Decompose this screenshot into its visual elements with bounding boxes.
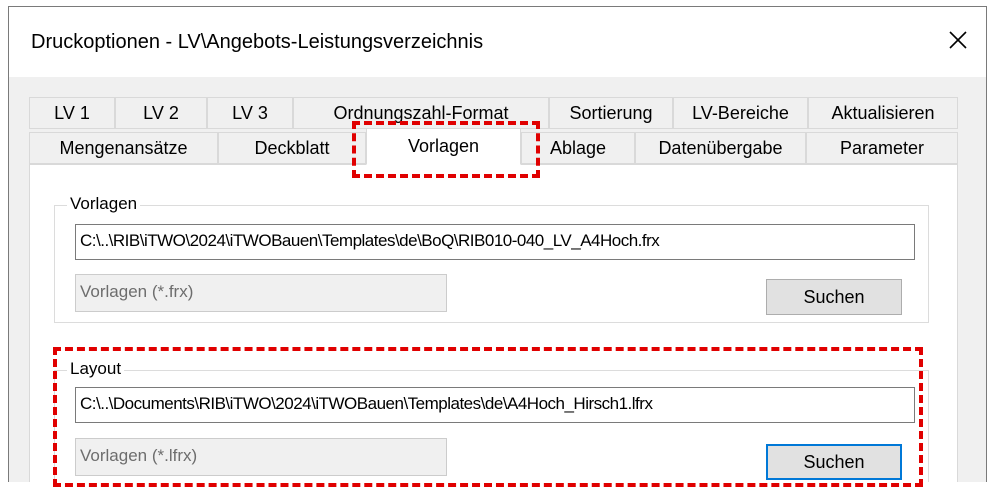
tab-deckblatt[interactable]: Deckblatt	[218, 132, 366, 164]
tab-lv-bereiche[interactable]: LV-Bereiche	[673, 97, 808, 129]
title-bar: Druckoptionen - LV\Angebots-Leistungsver…	[9, 7, 986, 77]
tab-row-2: Mengenansätze Deckblatt Vorlagen Ablage …	[29, 128, 958, 165]
tab-ordnungszahl-format[interactable]: Ordnungszahl-Format	[293, 97, 549, 129]
tab-vorlagen[interactable]: Vorlagen	[366, 128, 521, 165]
tab-sortierung[interactable]: Sortierung	[549, 97, 673, 129]
layout-path-field[interactable]: C:\..\Documents\RIB\iTWO\2024\iTWOBauen\…	[75, 387, 915, 423]
tab-aktualisieren[interactable]: Aktualisieren	[808, 97, 958, 129]
window-title: Druckoptionen - LV\Angebots-Leistungsver…	[31, 31, 484, 53]
close-button[interactable]	[936, 21, 980, 59]
tab-mengenansaetze[interactable]: Mengenansätze	[29, 132, 218, 164]
vorlagen-suchen-button[interactable]: Suchen	[766, 279, 902, 315]
close-icon	[949, 31, 967, 49]
vorlagen-group: Vorlagen C:\..\RIB\iTWO\2024\iTWOBauen\T…	[54, 194, 929, 323]
vorlagen-path-field[interactable]: C:\..\RIB\iTWO\2024\iTWOBauen\Templates\…	[75, 224, 915, 260]
tab-datenuebergabe[interactable]: Datenübergabe	[635, 132, 806, 164]
tab-parameter[interactable]: Parameter	[806, 132, 958, 164]
tab-ablage[interactable]: Ablage	[521, 132, 635, 164]
vorlagen-group-label: Vorlagen	[67, 194, 141, 214]
layout-suchen-button[interactable]: Suchen	[766, 444, 902, 480]
layout-group-label: Layout	[67, 359, 125, 379]
print-options-dialog: Druckoptionen - LV\Angebots-Leistungsver…	[8, 6, 987, 482]
layout-filter-field[interactable]: Vorlagen (*.lfrx)	[75, 438, 447, 476]
tab-lv3[interactable]: LV 3	[207, 97, 293, 129]
tab-row-1: LV 1 LV 2 LV 3 Ordnungszahl-Format Sorti…	[29, 97, 958, 129]
tab-lv2[interactable]: LV 2	[115, 97, 207, 129]
tab-panel-vorlagen: Vorlagen C:\..\RIB\iTWO\2024\iTWOBauen\T…	[29, 164, 958, 482]
tab-lv1[interactable]: LV 1	[29, 97, 115, 129]
vorlagen-filter-field[interactable]: Vorlagen (*.frx)	[75, 274, 447, 312]
layout-group: Layout C:\..\Documents\RIB\iTWO\2024\iTW…	[54, 359, 929, 482]
